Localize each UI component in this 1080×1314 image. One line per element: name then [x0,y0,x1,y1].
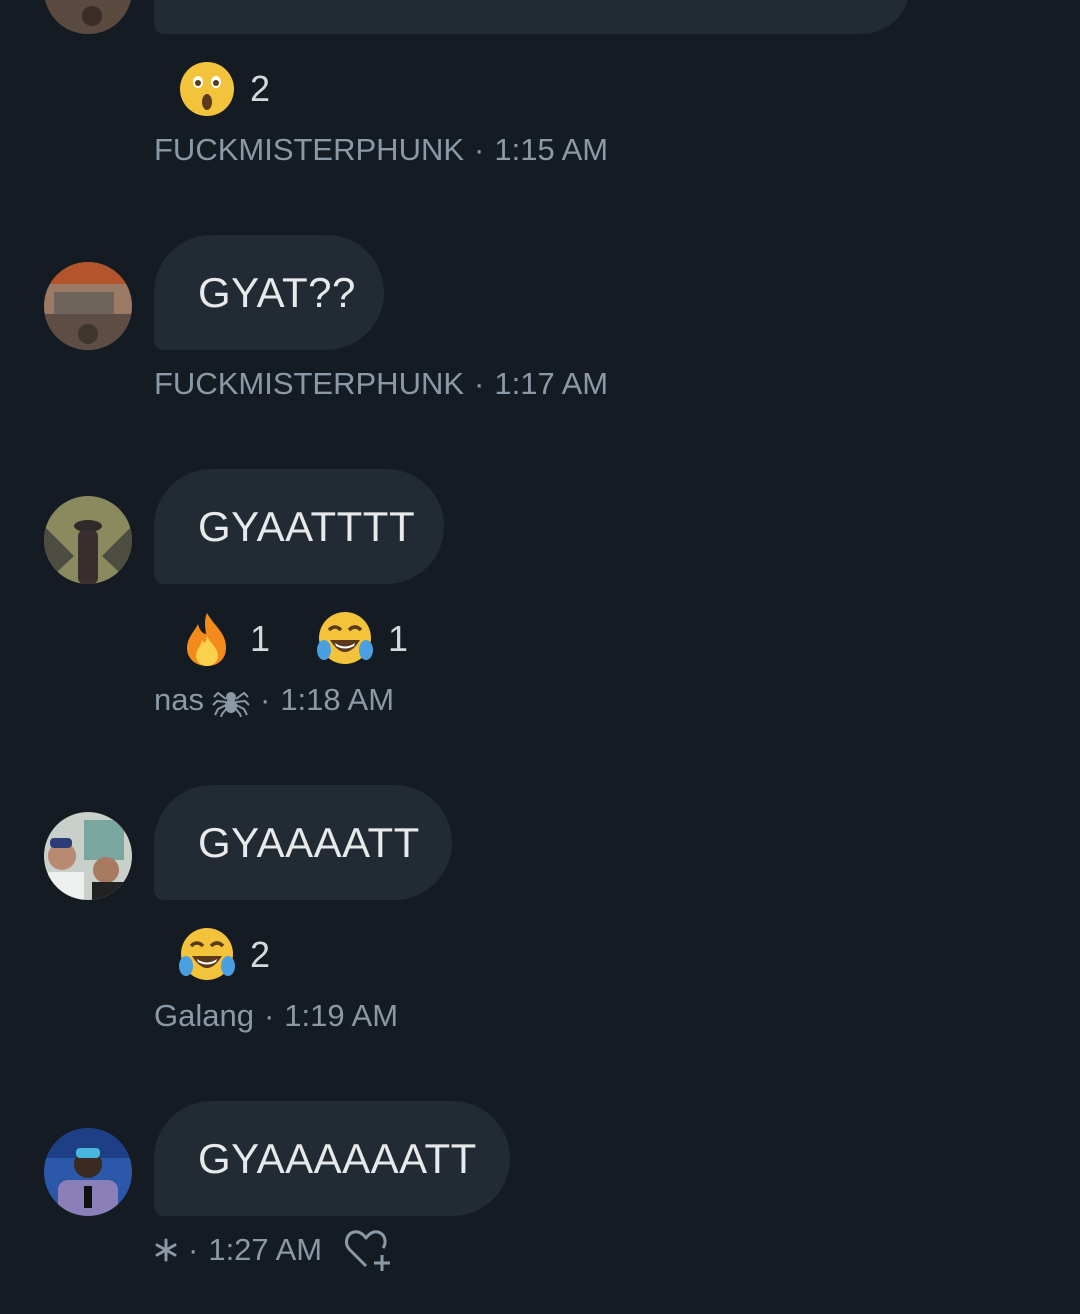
reactions-row: 2 [178,926,270,984]
sender-name: nas [154,682,204,717]
message-meta: Galang · 1:19 AM [154,998,398,1034]
dm-thread: 2 FUCKMISTERPHUNK · 1:15 AM GYAT?? FUCKM… [0,0,1080,1314]
asterisk-icon [155,1238,177,1262]
separator: · [259,682,271,717]
separator: · [474,366,485,401]
reaction-count: 2 [250,68,271,109]
message-text: GYAAAATT [198,818,420,866]
timestamp: 1:17 AM [494,366,609,401]
message-text: GYAATTTT [198,502,416,550]
tears-of-joy-face-icon [317,612,374,664]
message-text: GYAT?? [198,268,356,316]
separator: · [188,1232,199,1267]
avatar[interactable] [44,1128,132,1216]
reaction-count: 2 [250,934,271,975]
message-meta: FUCKMISTERPHUNK · 1:17 AM [154,366,608,402]
reactions-row: 1 1 [178,610,408,668]
reaction-chip[interactable]: 2 [178,926,270,984]
message-text: GYAAAAAATT [198,1134,477,1182]
timestamp: 1:15 AM [494,132,609,167]
avatar[interactable] [44,0,132,34]
avatar[interactable] [44,496,132,584]
fire-icon [187,613,226,666]
avatar[interactable] [44,262,132,350]
timestamp: 1:19 AM [284,998,399,1033]
separator: · [263,998,275,1033]
message-meta: · 1:27 AM [154,1228,392,1272]
add-reaction-heart-icon[interactable] [344,1228,392,1272]
spider-icon [212,691,250,717]
timestamp: 1:27 AM [208,1232,323,1267]
reaction-chip[interactable]: 2 [178,60,270,118]
message-meta: FUCKMISTERPHUNK · 1:15 AM [154,132,608,168]
reaction-count: 1 [250,618,271,659]
message-meta: nas · 1:18 AM [154,682,394,718]
reaction-chip[interactable]: 1 [178,610,270,668]
message-bubble[interactable] [154,0,910,34]
message-bubble[interactable]: GYAT?? [154,235,384,350]
timestamp: 1:18 AM [280,682,395,717]
sender-name: FUCKMISTERPHUNK [154,132,465,167]
separator: · [474,132,485,167]
reaction-count: 1 [388,618,409,659]
sender-name: FUCKMISTERPHUNK [154,366,465,401]
reactions-row: 2 [178,60,270,118]
avatar[interactable] [44,812,132,900]
reaction-chip[interactable]: 1 [316,610,408,668]
message-bubble[interactable]: GYAAAAAATT [154,1101,510,1216]
astonished-face-icon [180,62,234,116]
tears-of-joy-face-icon [179,928,235,980]
message-bubble[interactable]: GYAATTTT [154,469,444,584]
message-bubble[interactable]: GYAAAATT [154,785,452,900]
sender-name: Galang [154,998,254,1033]
